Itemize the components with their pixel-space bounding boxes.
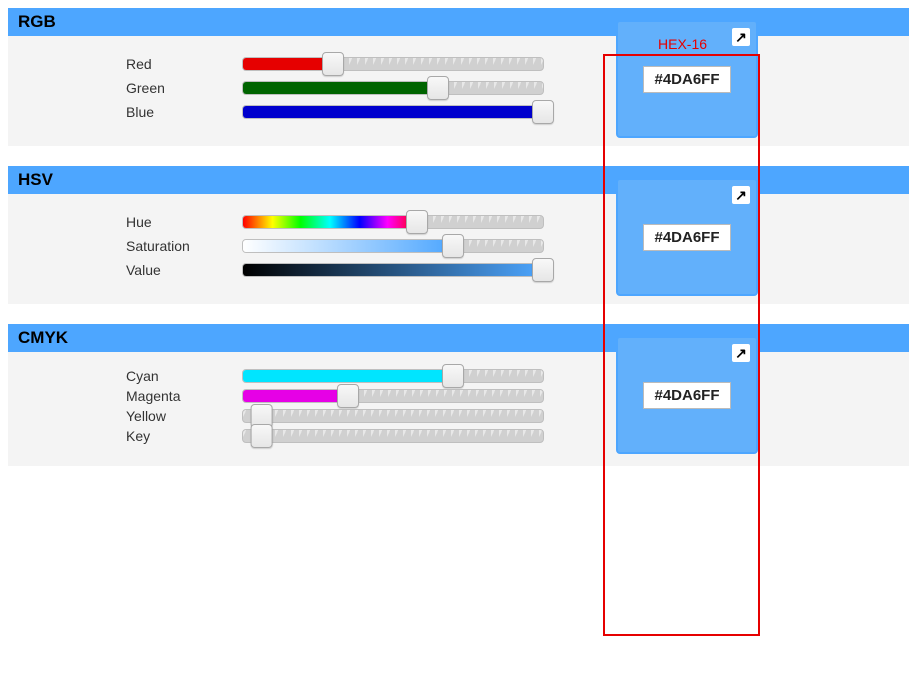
sat-slider[interactable] — [242, 239, 544, 253]
val-slider[interactable] — [242, 263, 544, 277]
cyan-fill — [243, 370, 453, 382]
cyan-slider[interactable] — [242, 369, 544, 383]
green-slider-row: Green — [126, 80, 544, 96]
hue-thumb[interactable] — [406, 210, 428, 234]
blue-label: Blue — [126, 104, 242, 120]
cmyk-header: CMYK — [8, 324, 909, 352]
sat-fill — [243, 240, 453, 252]
val-thumb[interactable] — [532, 258, 554, 282]
blue-slider-row: Blue — [126, 104, 544, 120]
magenta-slider[interactable] — [242, 389, 544, 403]
expand-icon[interactable]: ↗ — [732, 186, 750, 204]
key-slider[interactable] — [242, 429, 544, 443]
cmyk-panel: CMYK Cyan Magenta Yellow — [8, 324, 909, 466]
hsv-panel: HSV Hue Saturation Value — [8, 166, 909, 304]
yellow-label: Yellow — [126, 408, 242, 424]
hue-hatch — [417, 216, 543, 228]
val-slider-row: Value — [126, 262, 544, 278]
red-slider-row: Red — [126, 56, 544, 72]
hsv-swatch: ↗ #4DA6FF — [616, 178, 758, 296]
sat-slider-row: Saturation — [126, 238, 544, 254]
cyan-thumb[interactable] — [442, 364, 464, 388]
cyan-label: Cyan — [126, 368, 242, 384]
expand-icon[interactable]: ↗ — [732, 28, 750, 46]
key-hatch — [243, 430, 543, 442]
red-hatch — [333, 58, 543, 70]
hue-label: Hue — [126, 214, 242, 230]
magenta-thumb[interactable] — [337, 384, 359, 408]
cmyk-hex-value[interactable]: #4DA6FF — [643, 382, 730, 409]
hue-slider-row: Hue — [126, 214, 544, 230]
red-fill — [243, 58, 333, 70]
green-label: Green — [126, 80, 242, 96]
sat-thumb[interactable] — [442, 234, 464, 258]
magenta-slider-row: Magenta — [126, 388, 544, 404]
val-label: Value — [126, 262, 242, 278]
cmyk-swatch: ↗ #4DA6FF — [616, 336, 758, 454]
green-fill — [243, 82, 438, 94]
key-label: Key — [126, 428, 242, 444]
yellow-hatch — [243, 410, 543, 422]
blue-slider[interactable] — [242, 105, 544, 119]
magenta-hatch — [348, 390, 543, 402]
red-thumb[interactable] — [322, 52, 344, 76]
yellow-slider-row: Yellow — [126, 408, 544, 424]
blue-fill — [243, 106, 543, 118]
rgb-swatch: ↗ #4DA6FF — [616, 20, 758, 138]
magenta-label: Magenta — [126, 388, 242, 404]
sat-hatch — [453, 240, 543, 252]
sat-label: Saturation — [126, 238, 242, 254]
expand-icon[interactable]: ↗ — [732, 344, 750, 362]
green-hatch — [438, 82, 543, 94]
red-slider[interactable] — [242, 57, 544, 71]
magenta-fill — [243, 390, 348, 402]
hsv-header: HSV — [8, 166, 909, 194]
key-slider-row: Key — [126, 428, 544, 444]
hsv-hex-value[interactable]: #4DA6FF — [643, 224, 730, 251]
rgb-panel: RGB Red Green Blue — [8, 8, 909, 146]
key-thumb[interactable] — [251, 424, 273, 448]
val-fill — [243, 264, 543, 276]
red-label: Red — [126, 56, 242, 72]
cyan-slider-row: Cyan — [126, 368, 544, 384]
rgb-header: RGB — [8, 8, 909, 36]
blue-thumb[interactable] — [532, 100, 554, 124]
hue-fill — [243, 216, 417, 228]
rgb-hex-value[interactable]: #4DA6FF — [643, 66, 730, 93]
green-thumb[interactable] — [427, 76, 449, 100]
green-slider[interactable] — [242, 81, 544, 95]
cyan-hatch — [453, 370, 543, 382]
hue-slider[interactable] — [242, 215, 544, 229]
yellow-slider[interactable] — [242, 409, 544, 423]
